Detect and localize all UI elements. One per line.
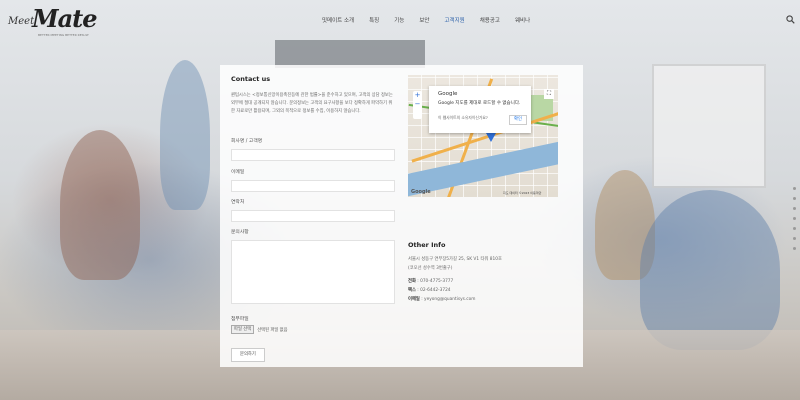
nav-item-webinar[interactable]: 웨비나 [515,16,530,24]
logo-meet: Meet [8,16,35,27]
section-dot[interactable] [793,237,796,240]
map-zoom-control: + − [413,91,422,119]
other-info-title: Other Info [408,241,446,249]
section-dot[interactable] [793,207,796,210]
section-dots [793,187,796,257]
email-value[interactable]: : yeyong@quantisys.com [421,297,475,302]
fax-key: 팩스 [408,288,416,293]
contact-intro: 퀀텀시스는 <정보통신망이용촉진등에 관한 법률>을 준수하고 있으며, 고객의… [231,93,393,114]
inquiry-textarea[interactable] [231,240,395,304]
fax-row: 팩스 : 02-6442-3724 [408,286,475,295]
inquiry-label: 문의사항 [231,230,249,235]
fullscreen-icon[interactable]: ⛶ [544,89,554,99]
dialog-message: Google 지도를 제대로 로드할 수 없습니다. [438,101,521,106]
contact-details: 전화 : 070-4775-3777 팩스 : 02-6442-3724 이메일… [408,277,475,304]
search-icon[interactable] [786,15,795,24]
phone-field[interactable] [231,210,395,222]
nav-item-about[interactable]: 밋메이트 소개 [322,16,354,24]
email-row: 이메일 : yeyong@quantisys.com [408,295,475,304]
background-person [640,190,780,350]
file-select-button[interactable]: 파일 선택 [231,325,255,334]
dialog-title: Google [438,91,458,97]
email-label: 이메일 [231,170,245,175]
phone-label: 연락처 [231,200,245,205]
address-line2: (코오선 성수역 3번출구) [408,265,453,271]
zoom-out-button[interactable]: − [413,100,422,109]
nav-item-features[interactable]: 특징 [369,16,379,24]
google-logo: Google [411,189,431,195]
section-dot[interactable] [793,247,796,250]
zoom-in-button[interactable]: + [413,91,422,100]
nav-item-careers[interactable]: 채용공고 [480,16,500,24]
google-map[interactable]: + − ⛶ Google Google 지도를 제대로 로드할 수 없습니다. … [408,75,558,197]
logo-mate: Mate [32,4,97,33]
section-dot[interactable] [793,187,796,190]
contact-title: Contact us [231,75,271,83]
nav-item-support[interactable]: 고객지원 [444,16,464,24]
phone-key: 전화 [408,279,416,284]
map-attribution[interactable]: 지도 데이터 ©2023 이용약관 [503,191,541,195]
main-nav: 밋메이트 소개 특징 기능 보안 고객지원 채용공고 웨비나 [322,16,545,24]
map-error-dialog: Google Google 지도를 제대로 로드할 수 없습니다. 이 웹사이트… [429,86,531,133]
site-header: Meet Mate BETTER MEETING BETTER RESULT 밋… [0,0,800,40]
company-field[interactable] [231,149,395,161]
attach-label: 첨부파일 [231,317,249,322]
background-person [160,60,210,210]
file-status: 선택된 파일 없음 [257,327,288,333]
address: 서울시 성동구 연무장5가길 25, SK V1 타워 810호 (코오선 성수… [408,256,502,273]
phone-row: 전화 : 070-4775-3777 [408,277,475,286]
nav-item-functions[interactable]: 기능 [394,16,404,24]
company-label: 회사명 / 고객명 [231,139,263,144]
dialog-question: 이 웹사이트의 소유자이신가요? [438,115,488,120]
address-line1: 서울시 성동구 연무장5가길 25, SK V1 타워 810호 [408,257,502,262]
section-dot[interactable] [793,227,796,230]
dialog-ok-button[interactable]: 확인 [509,115,527,125]
logo-tagline: BETTER MEETING BETTER RESULT [38,33,89,37]
email-key: 이메일 [408,297,420,302]
section-dot[interactable] [793,217,796,220]
fax-value: : 02-6442-3724 [417,288,451,293]
background-flipchart [652,64,766,188]
phone-value: : 070-4775-3777 [417,279,454,284]
nav-item-security[interactable]: 보안 [419,16,429,24]
map-marker-icon[interactable] [486,133,496,142]
submit-button[interactable]: 문의하기 [231,348,265,362]
section-dot[interactable] [793,197,796,200]
file-row: 파일 선택 선택된 파일 없음 [231,325,288,334]
email-field[interactable] [231,180,395,192]
contact-form: Contact us 퀀텀시스는 <정보통신망이용촉진등에 관한 법률>을 준수… [231,75,395,362]
background-screen [275,40,425,68]
contact-panel: Contact us 퀀텀시스는 <정보통신망이용촉진등에 관한 법률>을 준수… [220,65,583,367]
background-person [60,130,140,280]
